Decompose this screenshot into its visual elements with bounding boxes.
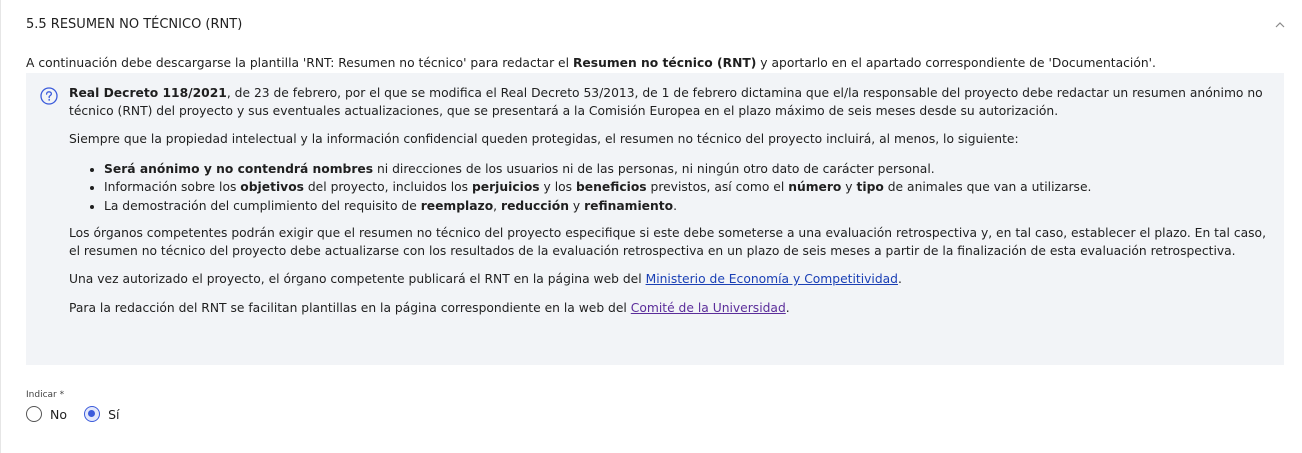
radio-group: No Sí <box>26 406 132 426</box>
bullet-2-t3: y los <box>539 180 576 194</box>
bullet-2-b1: objetivos <box>240 180 304 194</box>
info-paragraph-4: Una vez autorizado el proyecto, el órgan… <box>69 271 1269 289</box>
radio-option-si[interactable]: Sí <box>84 406 120 422</box>
bullet-1-text: ni direcciones de los usuarios ni de las… <box>373 161 935 176</box>
bullet-3-b2: reducción <box>501 198 569 213</box>
info-paragraph-2: Siempre que la propiedad intelectual y l… <box>69 132 1019 146</box>
bullet-2-t5: y <box>841 180 857 194</box>
bullet-3-b1: reemplazo <box>420 198 494 213</box>
section-header[interactable]: 5.5 RESUMEN NO TÉCNICO (RNT) <box>26 17 1288 35</box>
bullet-3-t2: , <box>493 198 501 213</box>
bullet-3-t4: . <box>673 198 678 213</box>
bullet-2-t1: Información sobre los <box>104 180 241 194</box>
committee-link[interactable]: Comité de la Universidad <box>631 301 786 315</box>
bullet-3-t1: La demostración del cumplimiento del req… <box>104 198 421 213</box>
rnt-section: 5.5 RESUMEN NO TÉCNICO (RNT) A continuac… <box>0 0 1302 453</box>
bullet-3-t3: y <box>568 198 585 213</box>
info-content: Real Decreto 118/2021, de 23 de febrero,… <box>69 85 1269 328</box>
bullet-3-b3: refinamiento <box>584 198 674 213</box>
radio-label-no: No <box>50 406 67 422</box>
radio-label-si: Sí <box>108 406 120 422</box>
info-p4-text: Una vez autorizado el proyecto, el órgan… <box>69 272 646 286</box>
bullet-2-b5: tipo <box>856 180 884 194</box>
decree-reference: Real Decreto 118/2021 <box>69 86 227 100</box>
radio-option-no[interactable]: No <box>26 406 67 422</box>
radio-button-no[interactable] <box>26 406 42 422</box>
intro-text: A continuación debe descargarse la plant… <box>26 55 1286 72</box>
info-paragraph-3: Los órganos competentes podrán exigir qu… <box>69 226 1266 258</box>
bullet-2-b2: perjuicios <box>471 180 540 194</box>
chevron-up-icon[interactable] <box>1272 17 1288 33</box>
intro-part1: A continuación debe descargarse la plant… <box>26 56 573 70</box>
requirements-list: Será anónimo y no contendrá nombres ni d… <box>69 160 1269 216</box>
indicar-field: Indicar * No Sí <box>26 390 120 422</box>
info-p5-end: . <box>785 300 790 315</box>
info-p1-text: , de 23 de febrero, por el que se modifi… <box>69 86 1263 118</box>
field-label: Indicar * <box>26 390 65 400</box>
list-item: La demostración del cumplimiento del req… <box>104 197 1269 216</box>
bullet-2-t6: de animales que van a utilizarse. <box>883 180 1092 194</box>
bullet-2-t4: previstos, así como el <box>646 180 789 194</box>
info-paragraph-1: Real Decreto 118/2021, de 23 de febrero,… <box>69 85 1269 120</box>
bullet-2-t2: del proyecto, incluidos los <box>303 180 472 194</box>
list-item: Será anónimo y no contendrá nombres ni d… <box>104 160 1269 179</box>
ministry-link[interactable]: Ministerio de Economía y Competitividad <box>646 272 898 286</box>
section-title: 5.5 RESUMEN NO TÉCNICO (RNT) <box>26 17 243 32</box>
info-p4-end: . <box>897 272 902 286</box>
info-p5-text: Para la redacción del RNT se facilitan p… <box>69 300 631 315</box>
help-circle-icon <box>40 87 58 105</box>
bullet-2-b3: beneficios <box>575 180 647 194</box>
bullet-1-bold: Será anónimo y no contendrá nombres <box>104 161 374 176</box>
info-box: Real Decreto 118/2021, de 23 de febrero,… <box>26 73 1284 365</box>
info-paragraph-5: Para la redacción del RNT se facilitan p… <box>69 300 1269 318</box>
intro-part2: y aportarlo en el apartado correspondien… <box>756 56 1156 70</box>
intro-bold: Resumen no técnico (RNT) <box>572 56 757 70</box>
bullet-2-b4: número <box>788 180 842 194</box>
radio-button-si[interactable] <box>84 406 101 422</box>
list-item: Información sobre los objetivos del proy… <box>104 178 1269 197</box>
